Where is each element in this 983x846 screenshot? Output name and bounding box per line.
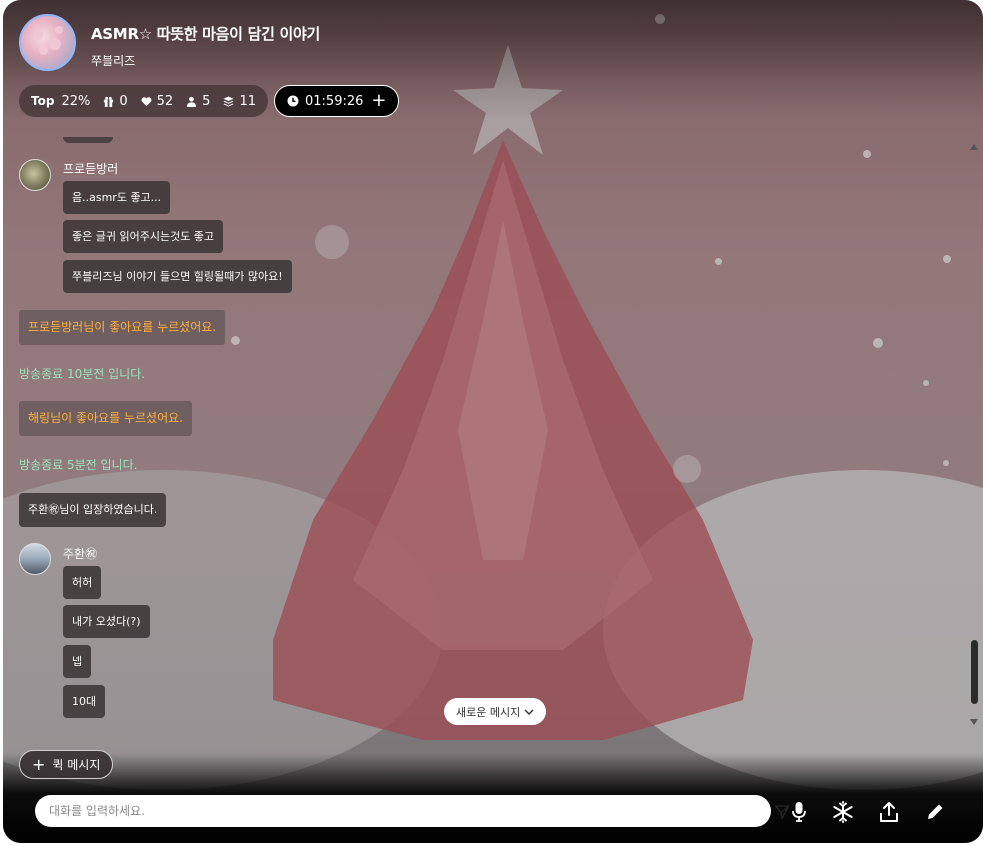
add-time-button[interactable]: +: [371, 92, 386, 110]
heart-icon: [141, 96, 152, 106]
like-count: 52: [156, 93, 174, 109]
scroll-down-arrow[interactable]: [970, 719, 978, 725]
chat-message: 내가 오셨다(?): [63, 605, 150, 638]
entry-notification: 주환㊗님이 입장하였습니다.: [19, 493, 167, 527]
broadcast-timer[interactable]: 01:59:26 +: [274, 85, 400, 117]
chat-input-box[interactable]: [35, 795, 790, 827]
pencil-icon: [928, 804, 943, 819]
snowflake-icon: [833, 801, 853, 823]
stack-count: 11: [239, 93, 256, 109]
chevron-down-icon: [524, 709, 534, 715]
chat-message: 허허: [63, 566, 102, 599]
share-button[interactable]: [876, 799, 902, 825]
mic-button[interactable]: [786, 799, 812, 825]
chat-message: 음..asmr도 좋고...: [63, 181, 171, 214]
end-notice: 방송종료 5분전 입니다.: [19, 458, 138, 472]
new-message-button[interactable]: 새로운 메시지: [444, 698, 547, 725]
chat-message: 쭈블리즈님 이야기 들으면 힐링될때가 많아요!: [63, 260, 292, 293]
broadcast-view: ASMR☆ 따뜻한 마음이 담긴 이야기 쭈블리즈 Top 22% 0 52 5…: [3, 0, 983, 843]
broadcast-stats: Top 22% 0 52 5 11: [19, 85, 268, 117]
chat-message: 좋은 글귀 읽어주시는것도 좋고: [63, 220, 224, 253]
effect-button[interactable]: [830, 799, 856, 825]
viewer-count: 5: [202, 93, 211, 109]
gift-stat: 0: [103, 93, 128, 109]
chat-username[interactable]: 프로듣방러: [63, 160, 118, 177]
end-notice: 방송종료 10분전 입니다.: [19, 367, 146, 381]
mic-icon: [792, 802, 806, 822]
top-label: Top: [31, 94, 55, 108]
streamer-avatar[interactable]: [19, 14, 76, 71]
like-notification: 해링님이 좋아요를 누르셨어요.: [19, 401, 192, 436]
chat-input[interactable]: [49, 795, 729, 827]
quick-message-button[interactable]: + 퀵 메시지: [19, 750, 114, 779]
stack-stat: 11: [223, 94, 256, 109]
edit-button[interactable]: [922, 799, 948, 825]
broadcast-title: ASMR☆ 따뜻한 마음이 담긴 이야기: [91, 25, 321, 43]
scroll-up-arrow[interactable]: [970, 144, 978, 150]
viewer-stat: 5: [186, 94, 210, 109]
top-percent: 22%: [61, 93, 91, 109]
clock-icon: [287, 95, 299, 107]
layers-icon: [223, 95, 234, 107]
chat-scrollbar[interactable]: [971, 640, 978, 704]
like-notification: 프로듣방러님이 좋아요를 누르셨어요.: [19, 310, 226, 345]
chat-username[interactable]: 주환㊗: [63, 545, 97, 562]
streamer-name[interactable]: 쭈블리즈: [91, 52, 135, 69]
previous-message-stub: [63, 137, 113, 143]
new-message-label: 새로운 메시지: [456, 705, 521, 719]
avatar[interactable]: [19, 159, 51, 191]
chat-message: 10대: [63, 685, 106, 718]
chat-message: 넵: [63, 645, 92, 678]
gift-icon: [104, 96, 114, 107]
plus-icon: +: [32, 754, 46, 774]
person-icon: [187, 96, 197, 107]
share-icon: [880, 802, 898, 822]
timer-value: 01:59:26: [305, 93, 364, 109]
avatar[interactable]: [19, 543, 51, 575]
like-stat: 52: [141, 93, 174, 109]
gift-count: 0: [119, 93, 128, 109]
quick-message-label: 퀵 메시지: [52, 758, 101, 772]
